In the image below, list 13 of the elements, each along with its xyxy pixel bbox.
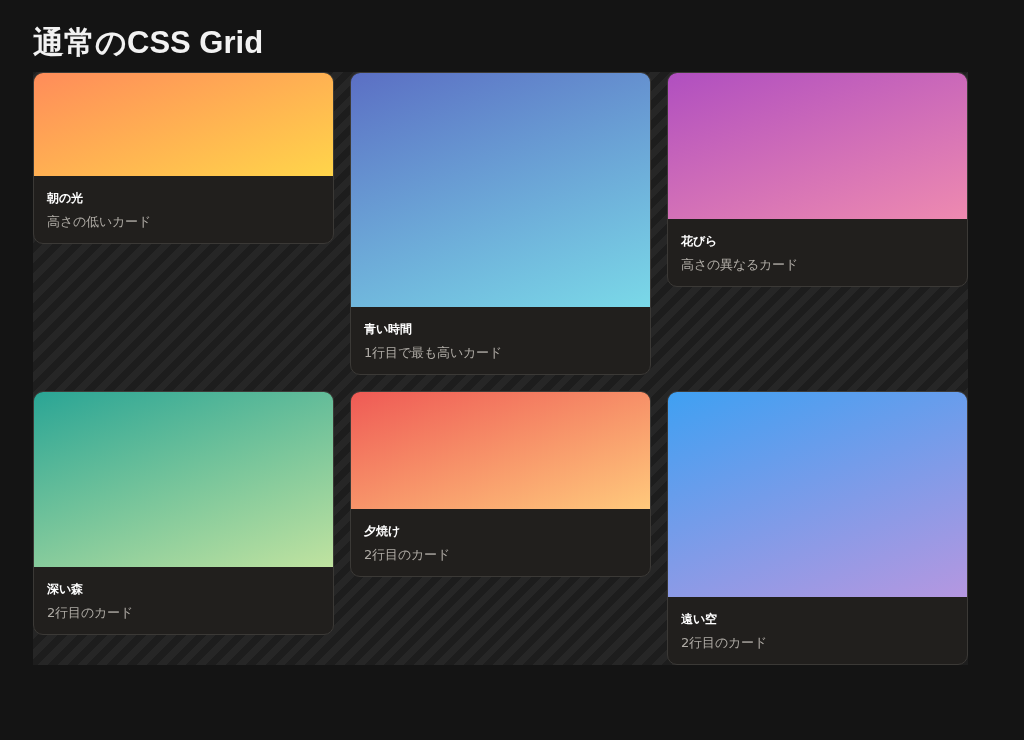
card-subtitle: 高さの低いカード — [47, 213, 152, 231]
card-subtitle: 2行目のカード — [364, 546, 452, 564]
card-subtitle: 1行目で最も高いカード — [364, 344, 504, 362]
card-title: 遠い空 — [681, 611, 718, 628]
card-title: 朝の光 — [47, 190, 84, 207]
card-subtitle: 2行目のカード — [681, 634, 769, 652]
page-title: 通常のCSS Grid — [33, 24, 265, 62]
card-subtitle: 2行目のカード — [47, 604, 135, 622]
card-title: 花びら — [681, 233, 718, 250]
card-title: 深い森 — [47, 581, 84, 598]
card-title: 青い時間 — [364, 321, 413, 338]
card-title: 夕焼け — [364, 523, 401, 540]
card-subtitle: 高さの異なるカード — [681, 256, 799, 274]
